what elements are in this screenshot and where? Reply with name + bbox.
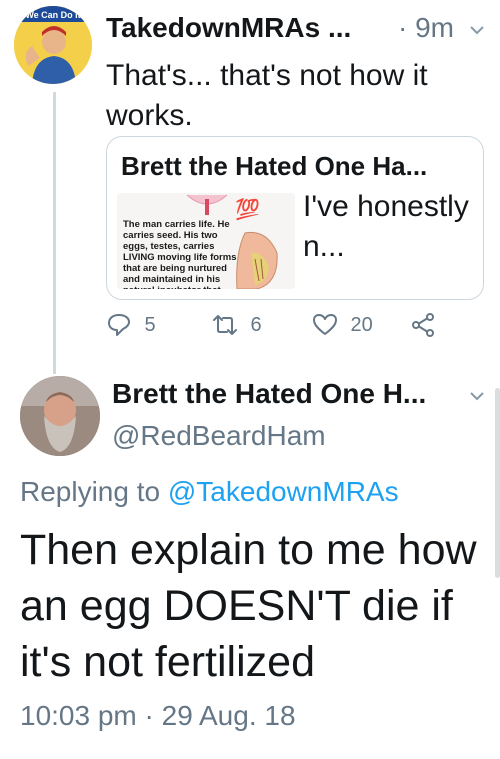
quoted-text: I've honestly n...	[303, 190, 469, 263]
tweet-text: Then explain to me how an egg DOESN'T di…	[20, 526, 477, 686]
share-icon	[412, 313, 434, 337]
tweet-text: That's... that's not how it works.	[106, 59, 428, 132]
avatar-image	[20, 376, 100, 456]
tweet-menu-button[interactable]	[467, 386, 487, 411]
retweet-icon	[213, 315, 237, 335]
tweet-time[interactable]: · 9m	[398, 12, 454, 44]
author-name[interactable]: Brett the Hated One H...	[112, 378, 426, 410]
replying-to-link[interactable]: @TakedownMRAs	[168, 476, 399, 507]
avatar-badge-text: We Can Do It	[25, 10, 80, 20]
like-icon	[313, 314, 337, 335]
retweet-count: 6	[250, 313, 262, 336]
like-count: 20	[350, 313, 373, 336]
scrollbar[interactable]	[495, 388, 500, 578]
quoted-author-name: Brett the Hated One Ha...	[121, 151, 428, 181]
tweet-menu-button[interactable]	[467, 20, 487, 45]
replying-to: Replying to @TakedownMRAs	[20, 476, 399, 508]
chevron-down-icon	[470, 26, 484, 35]
chevron-down-icon	[470, 392, 484, 401]
avatar[interactable]	[20, 376, 100, 456]
author-handle[interactable]: @RedBeardHam	[112, 420, 326, 452]
reply-button[interactable]: 5	[106, 312, 156, 348]
like-button[interactable]: 20	[312, 312, 373, 348]
quoted-image: 💯 The man carries life. He carries seed.…	[117, 193, 295, 289]
tweet-timestamp[interactable]: 10:03 pm · 29 Aug. 18	[20, 700, 296, 732]
author-name[interactable]: TakedownMRAs ...	[106, 12, 351, 44]
avatar[interactable]: We Can Do It	[14, 6, 92, 84]
quoted-tweet[interactable]: Brett the Hated One Ha... 💯 The man carr…	[106, 136, 484, 300]
replying-prefix: Replying to	[20, 476, 161, 507]
avatar-image: We Can Do It	[14, 6, 92, 84]
reply-count: 5	[144, 313, 156, 336]
reply-icon	[108, 314, 130, 336]
quoted-image-text: The man carries life. He carries seed. H…	[123, 219, 237, 289]
thread-line	[53, 92, 56, 374]
retweet-button[interactable]: 6	[212, 312, 262, 348]
share-button[interactable]	[410, 312, 436, 348]
